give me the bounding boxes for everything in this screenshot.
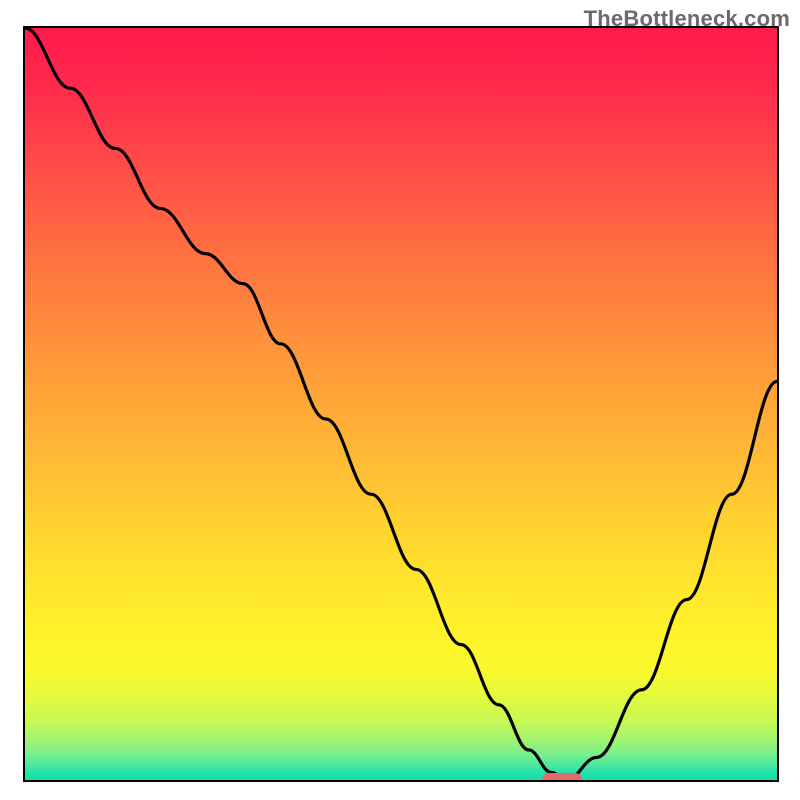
bottleneck-curve — [25, 28, 777, 780]
chart-container: TheBottleneck.com — [0, 0, 800, 800]
plot-area — [23, 26, 779, 782]
watermark-label: TheBottleneck.com — [584, 6, 790, 32]
optimal-marker — [542, 773, 582, 782]
